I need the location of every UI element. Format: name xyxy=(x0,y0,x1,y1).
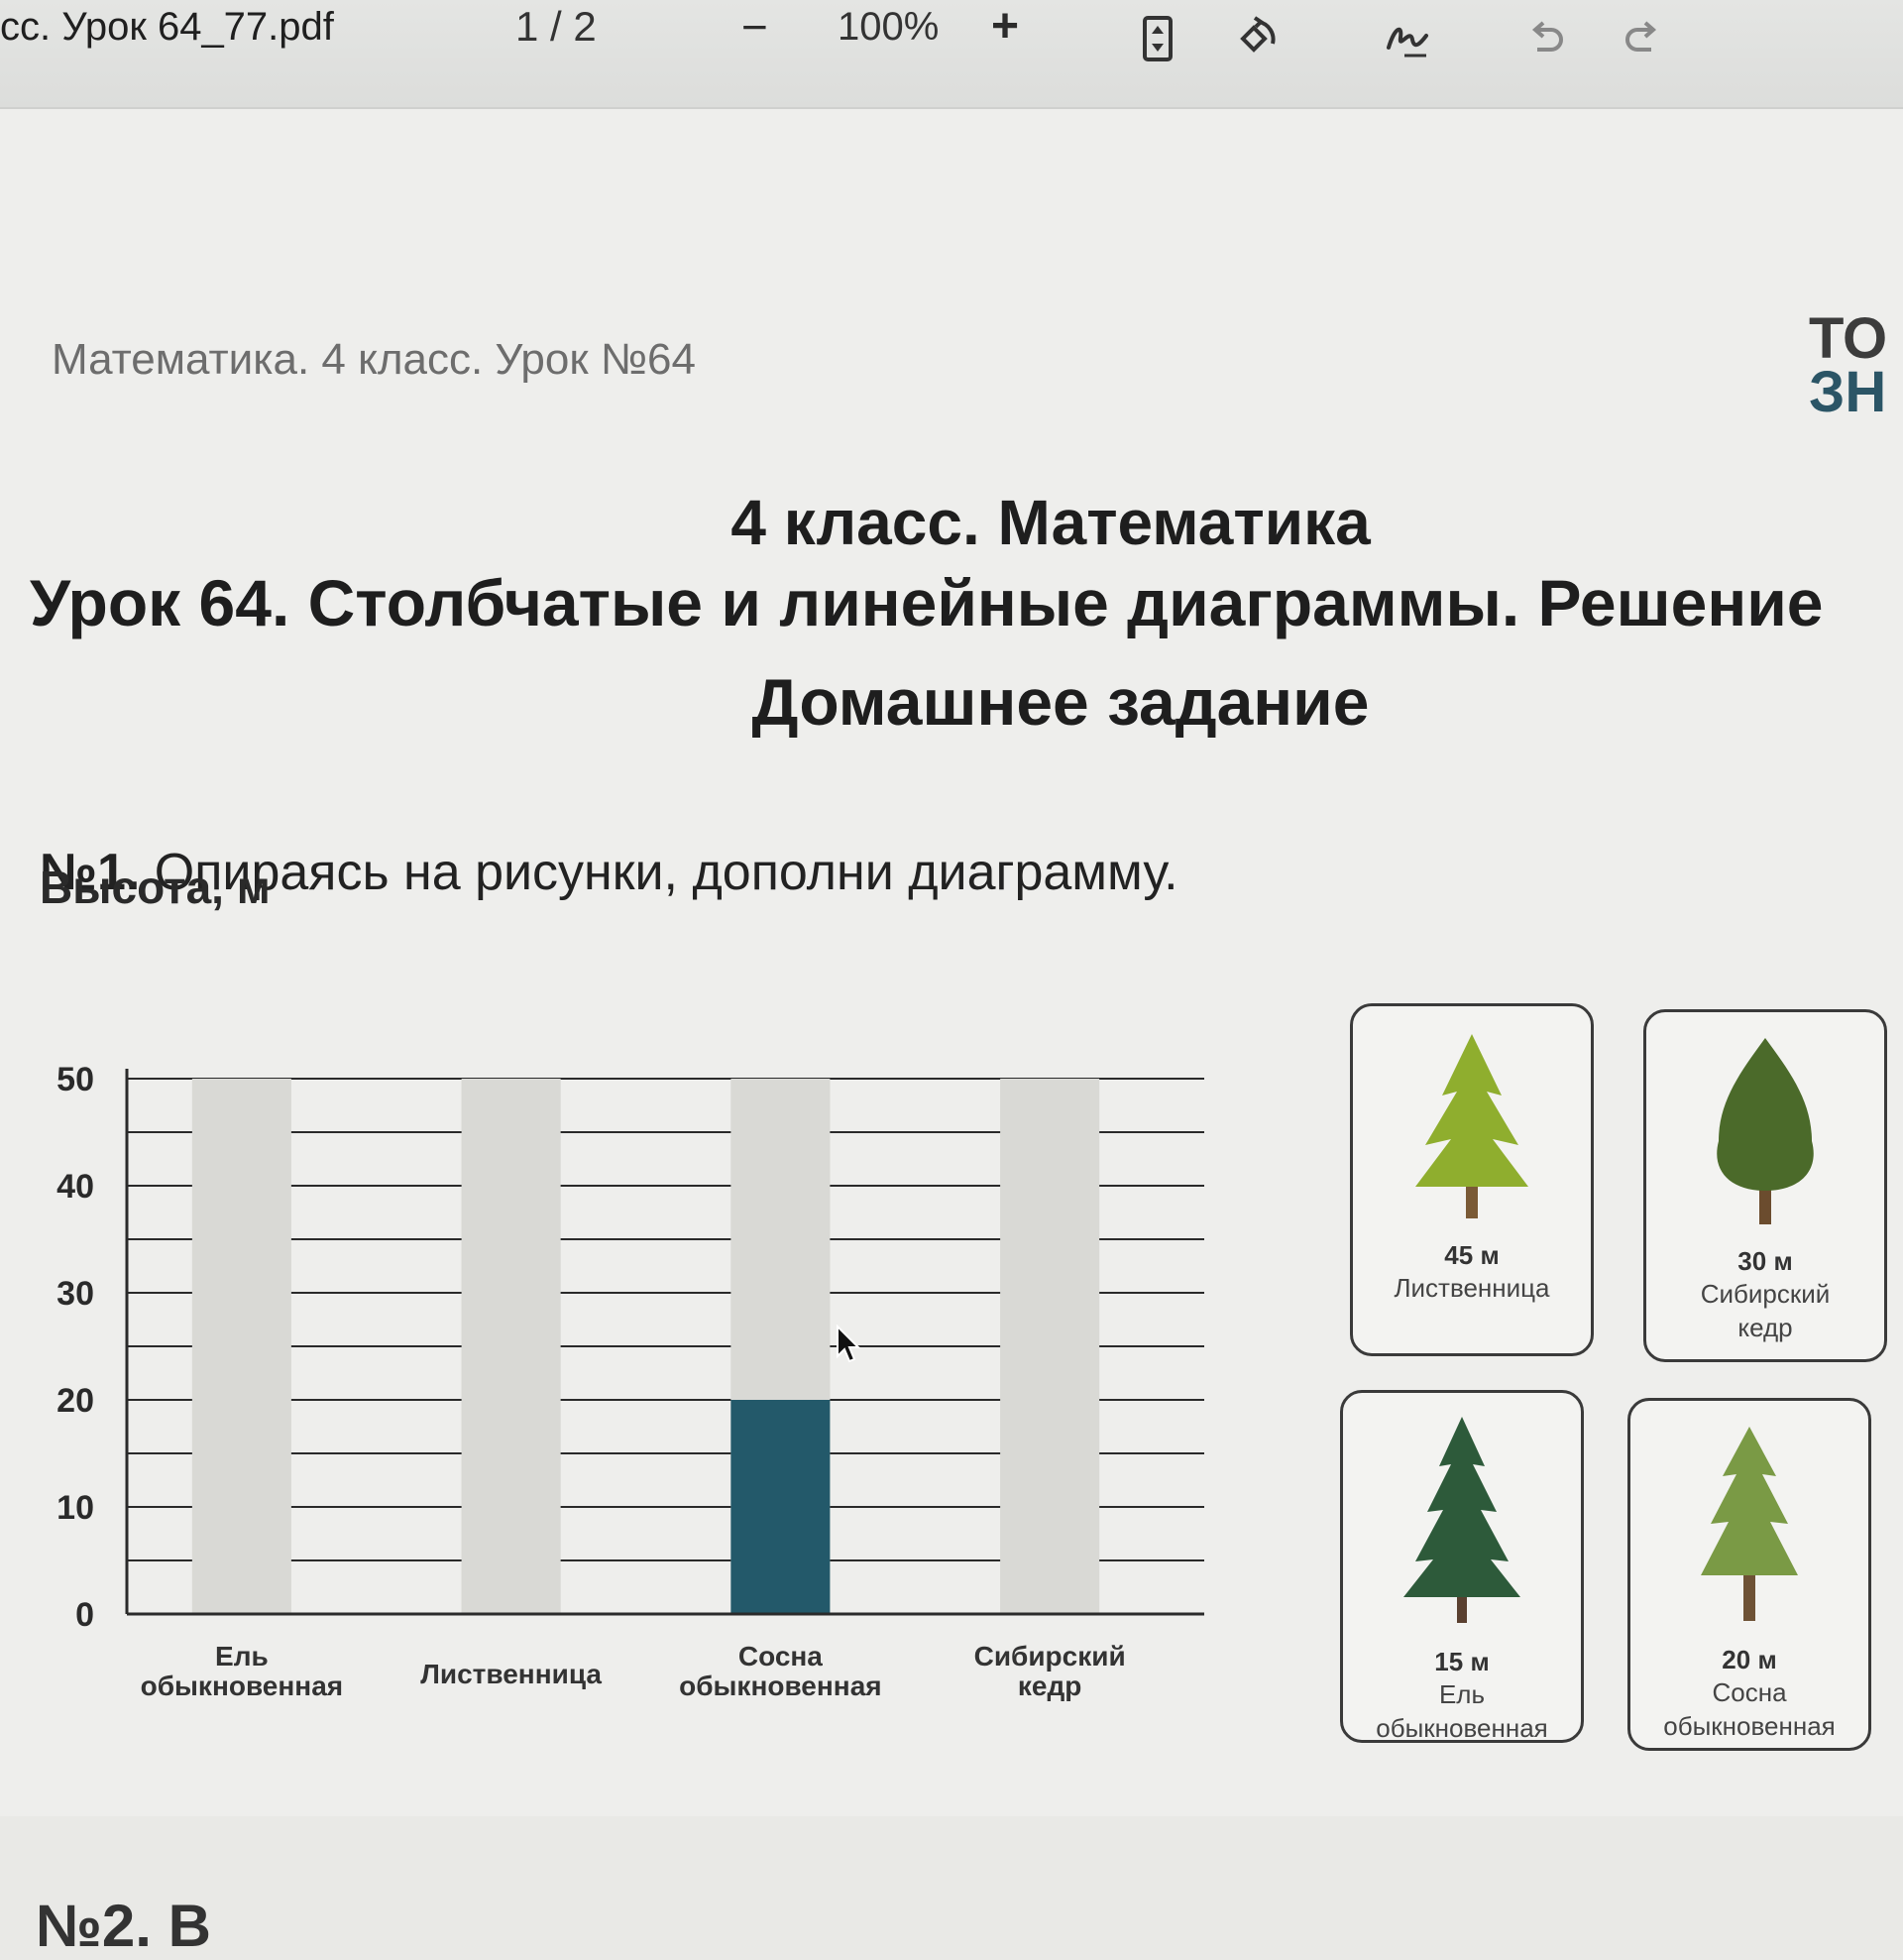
title-line-2: Урок 64. Столбчатые и линейные диаграммы… xyxy=(30,566,1824,639)
card-height: 15 м xyxy=(1434,1647,1490,1676)
card-height: 30 м xyxy=(1737,1246,1793,1276)
bar-column-overlay xyxy=(461,1079,561,1614)
logo-line-2: ЗН xyxy=(1809,360,1887,424)
spruce-tree-icon xyxy=(1403,1417,1520,1623)
logo: ТО ЗН xyxy=(1809,306,1888,424)
document-header: Математика. 4 класс. Урок №64 xyxy=(52,335,696,384)
card-name-line-1: Сосна xyxy=(1712,1677,1787,1707)
chart-y-axis-label: Высота, м xyxy=(40,862,271,913)
redo-icon[interactable] xyxy=(1618,14,1667,63)
x-category-label: обыкновенная xyxy=(141,1671,344,1701)
bar-column-overlay xyxy=(191,1079,291,1614)
y-tick-label: 0 xyxy=(75,1596,94,1634)
card-name-line-2: обыкновенная xyxy=(1376,1713,1548,1743)
x-category-label: обыкновенная xyxy=(679,1671,882,1701)
cedar-tree-icon xyxy=(1717,1038,1814,1224)
title-line-1: 4 класс. Математика xyxy=(730,487,1371,558)
next-task-partial: №2. В xyxy=(36,1893,211,1959)
card-name-line-2: кедр xyxy=(1737,1313,1793,1342)
card-name-line-1: Ель xyxy=(1438,1679,1486,1709)
card-height: 45 м xyxy=(1444,1240,1500,1270)
y-tick-label: 30 xyxy=(56,1275,94,1313)
page-indicator[interactable]: 1 / 2 xyxy=(515,0,597,59)
y-tick-label: 40 xyxy=(56,1168,94,1206)
bar xyxy=(730,1400,831,1614)
fit-page-icon[interactable] xyxy=(1133,14,1182,63)
y-tick-label: 20 xyxy=(56,1382,94,1420)
zoom-in-button[interactable]: + xyxy=(991,0,1019,59)
rotate-icon[interactable] xyxy=(1229,14,1279,63)
tree-card-pine: 20 м Сосна обыкновенная xyxy=(1627,1398,1871,1751)
file-name: сс. Урок 64_77.pdf xyxy=(0,5,334,49)
card-name: Лиственница xyxy=(1394,1273,1550,1303)
card-name-line-1: Сибирский xyxy=(1700,1279,1831,1309)
bar-column-overlay xyxy=(1000,1079,1100,1614)
bar-chart: 01020304050Ельобыкновенная ЛиственницаСос… xyxy=(56,1061,1204,1701)
task-text: Опираясь на рисунки, дополни диаграмму. xyxy=(140,844,1178,901)
card-height: 20 м xyxy=(1722,1645,1777,1674)
tree-card-spruce: 15 м Ель обыкновенная xyxy=(1340,1390,1584,1743)
card-name-line-2: обыкновенная xyxy=(1663,1711,1836,1741)
tree-card-siberian-cedar: 30 м Сибирский кедр xyxy=(1643,1009,1887,1362)
x-category-label: Лиственница xyxy=(420,1659,602,1689)
title-line-3: Домашнее задание xyxy=(751,665,1370,739)
y-tick-label: 50 xyxy=(56,1061,94,1098)
zoom-out-button[interactable]: − xyxy=(741,0,768,59)
zoom-level[interactable]: 100% xyxy=(838,0,939,59)
x-category-label: Сосна xyxy=(738,1641,823,1672)
larch-tree-icon xyxy=(1415,1034,1528,1218)
logo-line-1: ТО xyxy=(1809,306,1888,371)
undo-icon[interactable] xyxy=(1521,14,1571,63)
y-tick-label: 10 xyxy=(56,1489,94,1527)
x-category-label: Ель xyxy=(215,1641,269,1672)
pine-tree-icon xyxy=(1701,1427,1798,1621)
signature-icon[interactable] xyxy=(1383,14,1432,63)
x-category-label: Сибирский xyxy=(974,1641,1126,1672)
x-category-label: кедр xyxy=(1018,1671,1081,1701)
pdf-toolbar: сс. Урок 64_77.pdf 1 / 2 − 100% + xyxy=(0,0,1903,109)
mouse-cursor-icon xyxy=(837,1325,861,1363)
tree-card-larch: 45 м Лиственница xyxy=(1350,1003,1594,1356)
